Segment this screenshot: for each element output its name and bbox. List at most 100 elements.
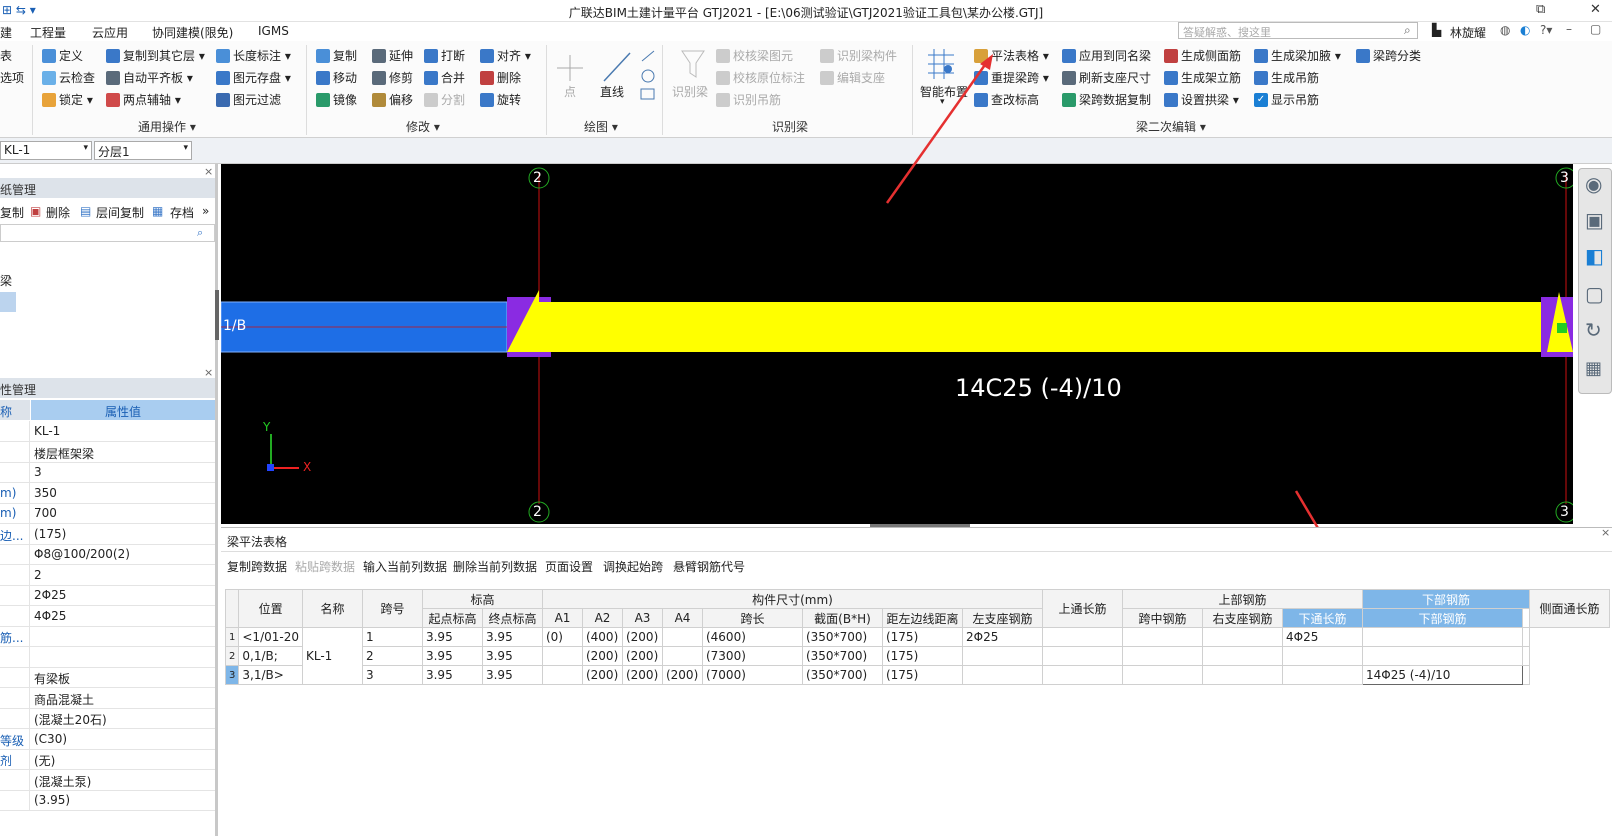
props-row[interactable]: 4Φ25 xyxy=(0,605,215,627)
table-cell[interactable]: 4Φ25 xyxy=(1281,627,1363,647)
tree-item-selected[interactable] xyxy=(0,292,16,312)
merge-button[interactable]: 合并 xyxy=(424,69,465,86)
auto-align-slab-button[interactable]: 自动平齐板 ▾ xyxy=(106,69,193,86)
input-column-button[interactable]: 输入当前列数据 xyxy=(363,558,447,575)
props-row[interactable]: (混凝土20石) xyxy=(0,708,215,729)
drawings-copy-button[interactable]: 复制 xyxy=(0,204,24,221)
cloud-check-button[interactable]: 云检查 xyxy=(42,69,95,86)
table-cell[interactable] xyxy=(1041,627,1123,647)
panel-splitter-handle[interactable] xyxy=(215,290,219,340)
swap-start-span-button[interactable]: 调换起始跨 xyxy=(603,558,663,575)
table-cell[interactable] xyxy=(661,646,703,666)
table-cell[interactable]: 3.95 xyxy=(421,627,483,647)
ribbon-left-item-2[interactable]: 选项 xyxy=(0,69,24,86)
ribbon-left-item-1[interactable]: 表 xyxy=(0,47,12,64)
table-cell[interactable]: 3,1/B> xyxy=(238,665,303,685)
check-annotation-button[interactable]: 校核原位标注 xyxy=(716,69,805,86)
orbit-icon[interactable]: ◉ xyxy=(1585,172,1602,196)
table-cell[interactable]: (4600) xyxy=(701,627,803,647)
group-label-draw[interactable]: 绘图 ▾ xyxy=(584,118,618,135)
prop-value[interactable]: (C30) xyxy=(34,732,67,746)
table-cell[interactable] xyxy=(1521,646,1530,666)
drawing-viewport[interactable]: 2 3 2 3 1/B 14C25 (-4)/10 Y X xyxy=(220,164,1577,524)
group-label-secondary[interactable]: 梁二次编辑 ▾ xyxy=(1136,118,1206,135)
offset-button[interactable]: 偏移 xyxy=(372,91,413,108)
calculator-icon[interactable]: ▦ xyxy=(1585,358,1602,379)
prop-value[interactable]: 商品混凝土 xyxy=(34,691,94,708)
refresh-support-button[interactable]: 刷新支座尺寸 xyxy=(1062,69,1151,86)
help-icon[interactable]: ?▾ xyxy=(1540,23,1552,37)
props-row[interactable]: 等级 (C30) xyxy=(0,728,215,750)
message-icon[interactable]: ◍ xyxy=(1500,23,1510,37)
align-button[interactable]: 对齐 ▾ xyxy=(480,47,531,64)
props-row[interactable]: Φ8@100/200(2) xyxy=(0,544,215,565)
restore-icon[interactable]: ⧉ xyxy=(1536,2,1545,17)
set-arch-beam-button[interactable]: 设置拱梁 ▾ xyxy=(1164,91,1239,108)
close-icon[interactable]: × xyxy=(204,165,213,178)
table-cell[interactable]: (400) xyxy=(581,627,623,647)
smart-layout-dropdown-icon[interactable]: ▾ xyxy=(940,97,945,107)
menu-item-quantity[interactable]: 工程量 xyxy=(30,24,66,41)
identify-hanger-button[interactable]: 识别吊筋 xyxy=(716,91,781,108)
group-label-general[interactable]: 通用操作 ▾ xyxy=(138,118,196,135)
search-input[interactable]: 答疑解惑、搜这里 xyxy=(1178,22,1418,39)
prop-value[interactable]: (无) xyxy=(34,752,55,769)
table-cell[interactable] xyxy=(1041,665,1123,685)
gen-erection-bar-button[interactable]: 生成架立筋 xyxy=(1164,69,1241,86)
props-row[interactable] xyxy=(0,646,215,668)
user-name[interactable]: 林旋耀 xyxy=(1450,24,1486,41)
table-cell[interactable]: 3 xyxy=(361,665,423,685)
move-button[interactable]: 移动 xyxy=(316,69,357,86)
layer-select[interactable]: 分层1 ▾ xyxy=(94,141,192,160)
table-cell[interactable]: (350*700) xyxy=(801,646,883,666)
props-row[interactable]: 楼层框架梁 xyxy=(0,441,215,463)
identify-beam-component-button[interactable]: 识别梁构件 xyxy=(820,47,897,64)
table-cell[interactable] xyxy=(1121,665,1203,685)
table-row[interactable]: 3 3,1/B> 3 3.95 3.95 (200) (200) (200) (7000) (35… xyxy=(224,665,1610,685)
table-cell[interactable] xyxy=(1121,627,1203,647)
table-cell[interactable]: 1 xyxy=(361,627,423,647)
table-cell[interactable] xyxy=(1521,627,1530,647)
table-cell[interactable] xyxy=(541,665,583,685)
prop-value[interactable]: 楼层框架梁 xyxy=(34,445,94,462)
prop-value[interactable]: 700 xyxy=(34,506,57,520)
two-point-axis-button[interactable]: 两点辅轴 ▾ xyxy=(106,91,181,108)
define-button[interactable]: 定义 xyxy=(42,47,83,64)
rotate-view-icon[interactable]: ↻ xyxy=(1585,318,1602,342)
copy-span-button[interactable]: 复制跨数据 xyxy=(227,558,287,575)
lock-button[interactable]: 锁定 ▾ xyxy=(42,91,93,108)
gen-side-bar-button[interactable]: 生成侧面筋 xyxy=(1164,47,1241,64)
table-cell[interactable]: (200) xyxy=(621,646,663,666)
table-cell[interactable] xyxy=(1361,627,1523,647)
line-button[interactable]: 直线 xyxy=(600,83,624,100)
prop-value[interactable]: Φ8@100/200(2) xyxy=(34,547,130,561)
table-cell[interactable]: 3.95 xyxy=(481,627,543,647)
props-row[interactable]: 2Φ25 xyxy=(0,585,215,606)
table-cell[interactable]: (7300) xyxy=(701,646,803,666)
table-cell[interactable] xyxy=(1201,646,1283,666)
prop-value[interactable]: 350 xyxy=(34,486,57,500)
trim-button[interactable]: 修剪 xyxy=(372,69,413,86)
copy-to-layer-button[interactable]: 复制到其它层 ▾ xyxy=(106,47,205,64)
prop-value[interactable]: 4Φ25 xyxy=(34,609,66,623)
prop-value[interactable]: (175) xyxy=(34,527,66,541)
table-cell[interactable]: 0,1/B; xyxy=(238,646,303,666)
rotate-button[interactable]: 旋转 xyxy=(480,91,521,108)
3d-view-icon[interactable]: ▣ xyxy=(1585,208,1604,232)
drawings-search-input[interactable]: ⌕ xyxy=(0,224,215,242)
table-cell[interactable] xyxy=(1201,627,1283,647)
prop-value[interactable]: (混凝土泵) xyxy=(34,773,91,790)
table-cell[interactable]: (0) xyxy=(541,627,583,647)
table-cell[interactable]: 3.95 xyxy=(481,646,543,666)
table-cell[interactable]: KL-1 xyxy=(301,627,363,685)
props-row[interactable]: 3 xyxy=(0,462,215,483)
prop-value[interactable]: 3 xyxy=(34,465,42,479)
props-row[interactable]: 商品混凝土 xyxy=(0,687,215,709)
beam-span-yellow[interactable] xyxy=(539,302,1566,352)
save-element-button[interactable]: 图元存盘 ▾ xyxy=(216,69,291,86)
table-cell[interactable] xyxy=(961,665,1043,685)
drawings-archive-button[interactable]: 存档 xyxy=(170,204,194,221)
props-row[interactable]: m) 350 xyxy=(0,482,215,504)
table-cell[interactable] xyxy=(961,646,1043,666)
table-cell[interactable] xyxy=(1361,646,1523,666)
